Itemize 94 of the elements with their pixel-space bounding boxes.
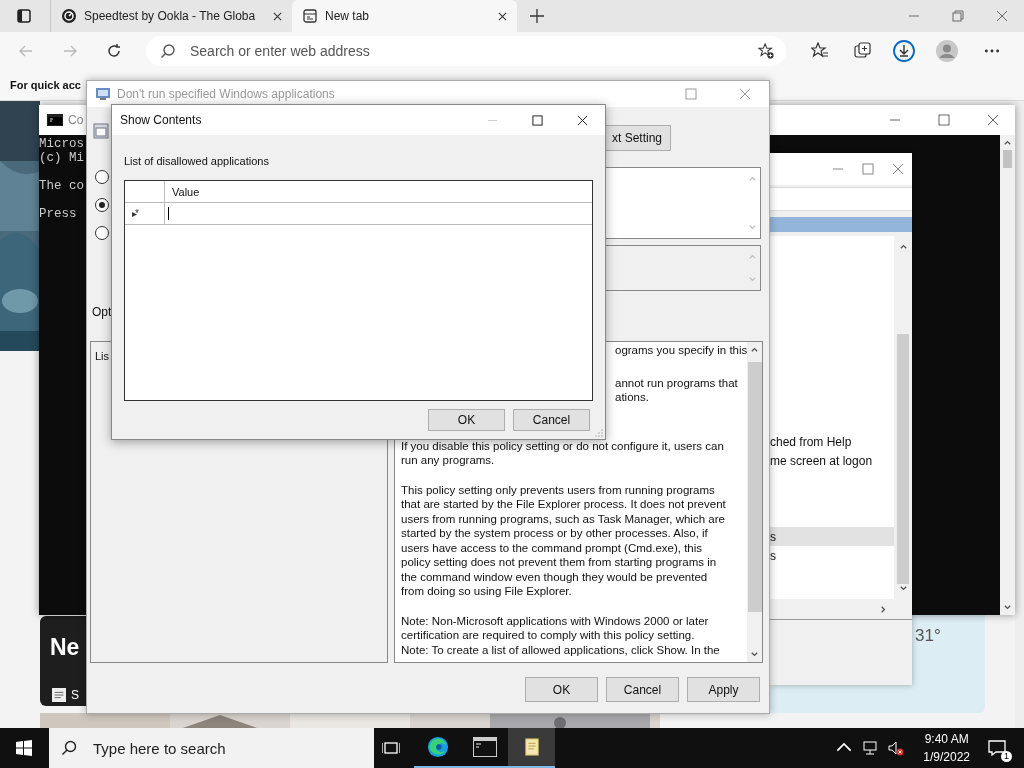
help-text-line: ations. (615, 391, 649, 403)
tab-actions-icon[interactable] (16, 8, 32, 24)
temperature-text: 31° (915, 626, 941, 646)
help-text-line: annot run programs that (615, 376, 738, 389)
scrollbar-thumb[interactable] (897, 334, 909, 584)
list-label: List of disallowed applications (124, 155, 270, 167)
search-icon (61, 740, 77, 756)
close-icon[interactable] (498, 11, 507, 21)
browser-tab[interactable]: New tab (292, 0, 517, 32)
setting-icon (93, 123, 109, 139)
search-placeholder: Type here to search (93, 739, 226, 757)
scroll-down-icon[interactable] (1003, 603, 1012, 612)
scroll-down-icon[interactable] (750, 650, 760, 659)
option-label: Lis (95, 350, 110, 362)
scrollbar[interactable] (1000, 135, 1015, 615)
column-header: Value (172, 185, 200, 198)
console-line: (c) Mi (39, 151, 84, 165)
dialog-button[interactable]: OK (428, 409, 505, 431)
help-text-line: users from running programs, such as Task Manager, which are (401, 512, 725, 525)
speaker-muted-icon[interactable] (888, 740, 905, 756)
console-line: The co (39, 179, 84, 193)
notification-count: 1 (1001, 751, 1012, 762)
source-logo-icon (52, 688, 66, 702)
dialog-button[interactable]: OK (525, 677, 598, 702)
window-title: Show Contents (120, 113, 202, 127)
gauge-icon (61, 8, 77, 24)
page-icon (302, 8, 318, 24)
console-icon (47, 112, 63, 128)
dialog-button[interactable]: Cancel (513, 409, 590, 431)
help-text-line: If you disable this policy setting or do not configure it, users can (401, 439, 724, 452)
scroll-down-icon[interactable] (898, 584, 908, 593)
help-text-line: run any programs. (401, 454, 495, 466)
scrollbar-thumb[interactable] (1003, 150, 1012, 168)
console-line: Press (39, 207, 77, 221)
list-item-text: s (770, 548, 776, 563)
close-icon[interactable] (273, 11, 282, 21)
radio-button[interactable] (95, 170, 109, 184)
dialog-button[interactable]: Apply (687, 677, 760, 702)
help-text-line: Note: To create a list of allowed applications, click Show. In the (401, 643, 720, 656)
news-source: S (71, 688, 79, 702)
scroll-up-icon[interactable] (750, 345, 760, 354)
radio-button[interactable] (95, 226, 109, 240)
refresh-icon[interactable] (106, 43, 122, 59)
maximize-icon[interactable] (532, 114, 543, 126)
help-text-line: from doing so using File Explorer. (401, 585, 572, 597)
task-view-icon[interactable] (382, 740, 400, 756)
list-item-text: me screen at logon (770, 453, 873, 468)
list-item-text: ched from Help (770, 434, 852, 449)
list-item-text: s (770, 529, 776, 544)
help-text-line: that are started by the File Explorer process. It does not prevent (401, 498, 726, 510)
help-text-line: This policy setting only prevents users from running programs (401, 483, 715, 496)
collections-icon[interactable] (854, 42, 872, 60)
help-text-line: users have access to the command prompt (Cmd.exe), this (401, 541, 703, 554)
window-title: Don't run specified Windows applications (117, 87, 335, 101)
scroll-up-icon[interactable] (898, 242, 908, 251)
favorites-icon[interactable] (811, 42, 829, 60)
network-icon[interactable] (862, 740, 879, 756)
scrollbar[interactable] (1015, 101, 1024, 729)
start-icon[interactable] (16, 740, 32, 756)
close-icon[interactable] (577, 114, 588, 126)
clock-date[interactable]: 1/9/2022 (923, 750, 970, 764)
help-text-line: ograms you specify in this (615, 344, 748, 356)
help-text-line: started by the system process or by other processes. Also, if (401, 527, 708, 539)
profile-avatar-icon[interactable] (936, 40, 958, 62)
clock-time[interactable]: 9:40 AM (924, 732, 969, 746)
taskbar-search-field[interactable]: Type here to search (49, 728, 374, 768)
scroll-up-icon[interactable] (1003, 138, 1012, 147)
notification-icon[interactable] (988, 739, 1006, 757)
dialog-button[interactable]: Cancel (606, 677, 679, 702)
address-bar[interactable]: Search or enter web address (146, 36, 786, 66)
news-heading: Ne (50, 634, 80, 661)
scroll-right-icon[interactable] (879, 604, 888, 614)
policy-icon (95, 86, 111, 102)
favorites-bar-text: For quick acc (10, 79, 81, 91)
help-text-line: the command window even though they would be prevented (401, 570, 708, 583)
new-tab-icon[interactable] (529, 8, 545, 24)
help-text-line: Note: Non-Microsoft applications with Windows 2000 or later (401, 614, 709, 627)
search-icon (160, 43, 176, 59)
help-text-line: policy setting does not prevent them from starting programs in (401, 556, 717, 568)
window-title: Co (68, 113, 84, 127)
star-plus-icon[interactable] (758, 43, 774, 59)
console-line: Micros (39, 137, 84, 151)
taskbar-app-button[interactable] (508, 728, 555, 768)
scrollbar-thumb[interactable] (747, 362, 762, 612)
restore-icon[interactable] (952, 10, 964, 22)
browser-icon (425, 736, 450, 758)
new-row-marker: ▸* (132, 208, 137, 219)
terminal-icon (472, 736, 497, 758)
help-text-line: certification are required to comply with this policy setting. (401, 629, 695, 641)
options-label: Opt (92, 305, 112, 319)
download-icon[interactable] (893, 40, 915, 62)
radio-button[interactable] (95, 198, 109, 212)
resize-grip-icon[interactable] (595, 429, 603, 437)
maximize-icon[interactable] (938, 114, 950, 126)
